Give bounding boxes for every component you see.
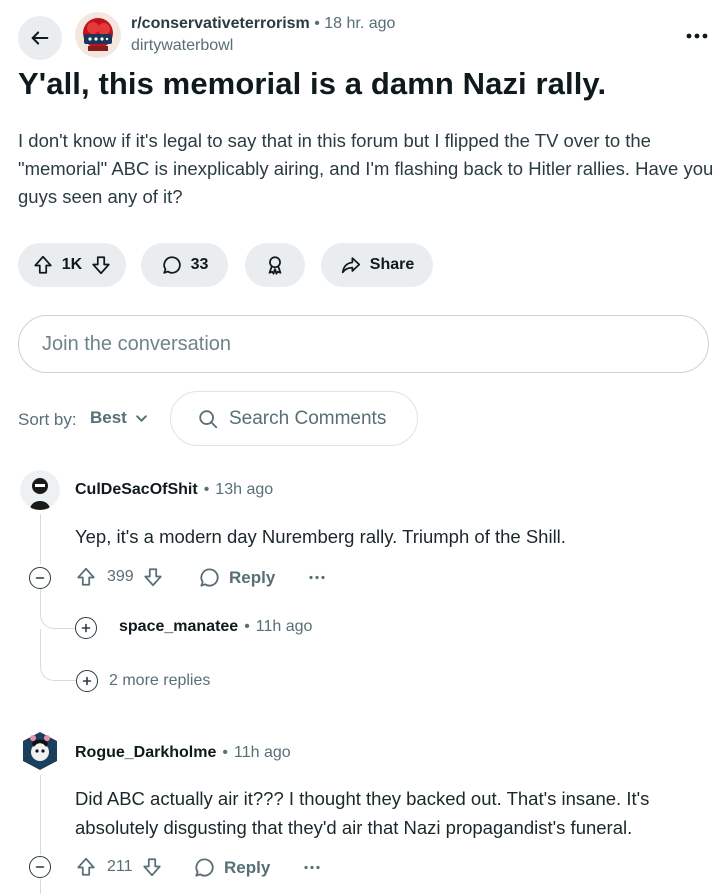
collapse-thread-button[interactable]	[29, 567, 51, 589]
comment-time: 11h ago	[233, 744, 291, 761]
downvote-icon[interactable]	[142, 566, 164, 588]
plus-circle-icon	[76, 670, 98, 692]
comment-author[interactable]: Rogue_Darkholme	[75, 744, 216, 762]
downvote-icon[interactable]	[141, 856, 163, 878]
collapse-thread-button[interactable]	[29, 856, 51, 878]
reply-label: Reply	[229, 567, 276, 587]
comment-header: CulDeSacOfShit • 13h ago	[75, 481, 273, 499]
join-placeholder: Join the conversation	[42, 332, 232, 355]
vote-count: 1K	[61, 256, 83, 273]
share-button[interactable]: Share	[321, 243, 433, 287]
back-button[interactable]	[18, 16, 62, 60]
post-meta: r/conservativeterrorism • 18 hr. ago	[131, 15, 395, 33]
comment-time: 13h ago	[215, 481, 274, 498]
search-comments-input[interactable]: Search Comments	[170, 391, 418, 446]
minus-icon	[35, 573, 45, 583]
meta-separator: •	[203, 481, 210, 498]
minus-icon	[35, 862, 45, 872]
upvote-icon[interactable]	[75, 566, 97, 588]
post-time: 18 hr. ago	[324, 15, 396, 32]
thread-line	[40, 775, 41, 855]
comment-count: 33	[190, 256, 209, 273]
comment-vote-group: 211	[75, 856, 163, 878]
meta-separator: •	[244, 618, 250, 635]
arrow-left-icon	[29, 27, 51, 49]
meta-separator: •	[314, 15, 320, 32]
share-label: Share	[369, 256, 415, 273]
comment-author[interactable]: CulDeSacOfShit	[75, 481, 198, 499]
comment-vote-group: 399	[75, 566, 164, 588]
subreddit-avatar[interactable]	[75, 12, 121, 58]
comment-more-button[interactable]	[304, 865, 320, 870]
more-replies-label: 2 more replies	[109, 672, 211, 689]
upvote-icon[interactable]	[32, 254, 54, 276]
more-options-button[interactable]	[681, 22, 713, 50]
reply-label: Reply	[224, 857, 271, 877]
post-author[interactable]: dirtywaterbowl	[131, 37, 233, 55]
comment-bubble-icon	[193, 856, 216, 879]
comment-avatar[interactable]	[20, 731, 60, 771]
comment-more-button[interactable]	[309, 575, 325, 580]
comment-vote-count: 211	[107, 858, 133, 875]
comment-bubble-icon	[161, 254, 183, 276]
sort-value: Best	[90, 408, 127, 427]
comment-body: Did ABC actually air it??? I thought the…	[75, 788, 650, 838]
thread-line	[40, 879, 41, 894]
meta-separator: •	[222, 744, 228, 761]
award-button[interactable]	[245, 243, 305, 287]
search-icon	[197, 408, 219, 430]
reply-header: space_manatee • 11h ago	[119, 618, 312, 636]
ellipsis-icon	[304, 865, 320, 870]
plus-icon	[81, 623, 91, 633]
comment-avatar[interactable]	[20, 470, 60, 510]
comments-button[interactable]: 33	[141, 243, 228, 287]
ellipsis-icon	[309, 575, 325, 580]
comment-bubble-icon	[198, 566, 221, 589]
post-title: Y'all, this memorial is a damn Nazi rall…	[18, 66, 607, 101]
join-conversation-input[interactable]: Join the conversation	[18, 315, 709, 373]
thread-connector	[40, 589, 76, 629]
thread-connector	[40, 629, 76, 681]
reply-time: 11h ago	[255, 618, 313, 635]
downvote-icon[interactable]	[90, 254, 112, 276]
comment-header: Rogue_Darkholme • 11h ago	[75, 744, 291, 762]
vote-group: 1K	[18, 243, 126, 287]
expand-reply-button[interactable]	[75, 617, 97, 639]
reply-author[interactable]: space_manatee	[119, 618, 238, 636]
post-body: I don't know if it's legal to say that i…	[18, 130, 714, 207]
search-placeholder: Search Comments	[229, 407, 387, 429]
thread-line	[40, 514, 41, 564]
ellipsis-icon	[686, 33, 708, 39]
subreddit-link[interactable]: r/conservativeterrorism	[131, 15, 310, 32]
upvote-icon[interactable]	[75, 856, 97, 878]
award-icon	[264, 254, 286, 276]
reply-button[interactable]: Reply	[198, 566, 275, 589]
sort-dropdown[interactable]: Best	[90, 408, 148, 428]
reply-button[interactable]: Reply	[193, 856, 270, 879]
sort-label: Sort by:	[18, 410, 77, 429]
more-replies-button[interactable]: 2 more replies	[76, 670, 210, 692]
chevron-down-icon	[135, 412, 148, 425]
comment-body: Yep, it's a modern day Nuremberg rally. …	[75, 526, 566, 547]
comment-vote-count: 399	[107, 568, 134, 585]
share-arrow-icon	[340, 254, 362, 276]
